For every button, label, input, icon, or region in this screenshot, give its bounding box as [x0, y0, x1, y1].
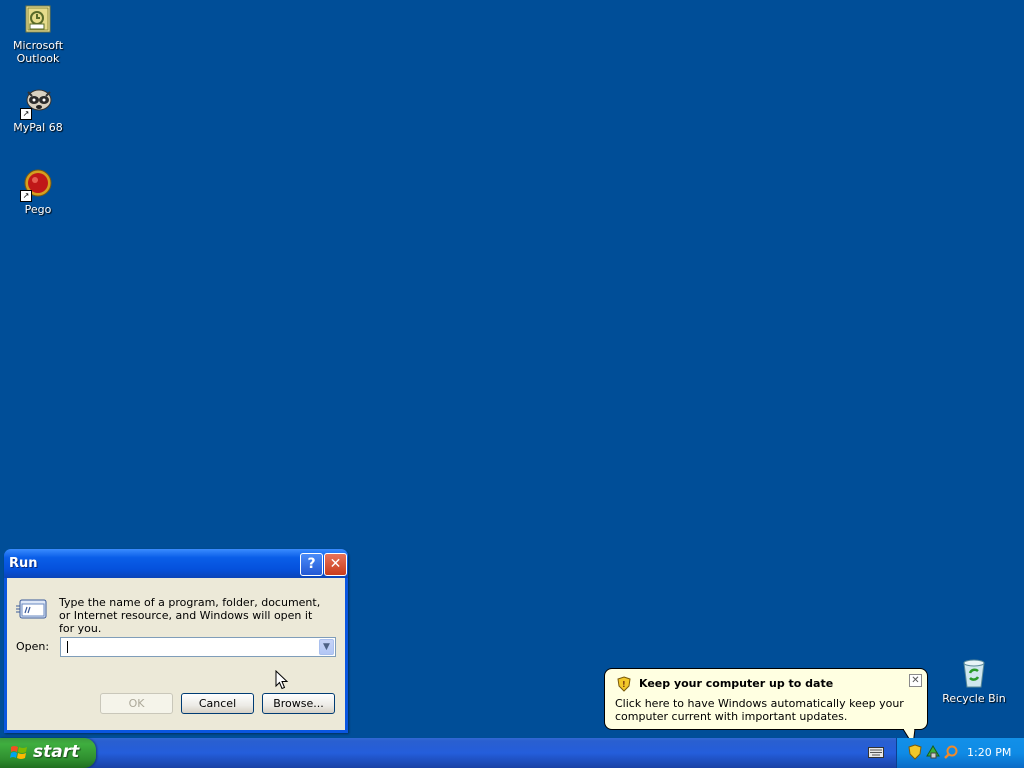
cancel-button[interactable]: Cancel [181, 693, 254, 714]
pego-icon: ↗ [20, 168, 54, 202]
help-button[interactable]: ? [300, 553, 323, 576]
balloon-title: Keep your computer up to date [639, 677, 834, 690]
open-combobox[interactable]: ▼ [60, 637, 336, 657]
search-icon[interactable] [943, 744, 959, 760]
taskbar: start 1:20 PM [0, 738, 1024, 768]
run-dialog: Run ? ✕ Type the name of a program, fold… [4, 549, 348, 733]
shortcut-arrow-icon: ↗ [20, 108, 32, 120]
run-icon [16, 598, 48, 620]
desktop-icon-label: Pego [24, 203, 52, 216]
run-dialog-title: Run [9, 556, 38, 571]
balloon-text: Click here to have Windows automatically… [615, 697, 904, 723]
start-label: start [33, 742, 80, 762]
mouse-pointer-icon [275, 669, 289, 690]
open-label: Open: [16, 640, 50, 653]
desktop-icon-outlook[interactable]: Microsoft Outlook [0, 4, 76, 65]
chevron-down-icon[interactable]: ▼ [319, 639, 334, 655]
close-button[interactable]: ✕ [324, 553, 347, 576]
keyboard-icon[interactable] [868, 747, 884, 758]
desktop-icon-label: Outlook [16, 52, 60, 65]
shortcut-arrow-icon: ↗ [20, 190, 32, 202]
desktop-icon-recycle-bin[interactable]: Recycle Bin [936, 657, 1012, 705]
outlook-icon [22, 4, 54, 36]
desktop-icon-label: MyPal 68 [13, 121, 63, 134]
mypal-icon: ↗ [20, 86, 54, 120]
windows-flag-icon [10, 744, 28, 762]
system-tray: 1:20 PM [896, 738, 1024, 768]
clock[interactable]: 1:20 PM [967, 746, 1011, 759]
run-dialog-body: Type the name of a program, folder, docu… [7, 578, 345, 730]
run-dialog-titlebar[interactable]: Run ? ✕ [4, 549, 348, 578]
desktop-icon-pego[interactable]: ↗ Pego [0, 168, 76, 216]
desktop-icon-label: Microsoft [12, 39, 64, 52]
ok-button[interactable]: OK [100, 693, 173, 714]
start-button[interactable]: start [0, 738, 96, 768]
desktop-icon-mypal[interactable]: ↗ MyPal 68 [0, 86, 76, 134]
update-shield-icon[interactable] [907, 744, 923, 760]
shield-icon: ! [617, 676, 631, 692]
open-input[interactable] [61, 638, 309, 656]
svg-text:!: ! [622, 680, 626, 689]
run-description: Type the name of a program, folder, docu… [59, 596, 321, 635]
desktop-icon-label: Recycle Bin [942, 692, 1006, 705]
browse-button[interactable]: Browse... [262, 693, 335, 714]
network-icon[interactable] [925, 744, 941, 760]
text-caret [67, 641, 68, 653]
balloon-close-button[interactable]: ✕ [909, 674, 922, 687]
notification-balloon[interactable]: ! Keep your computer up to date Click he… [604, 668, 928, 730]
recycle-bin-icon [958, 657, 990, 689]
